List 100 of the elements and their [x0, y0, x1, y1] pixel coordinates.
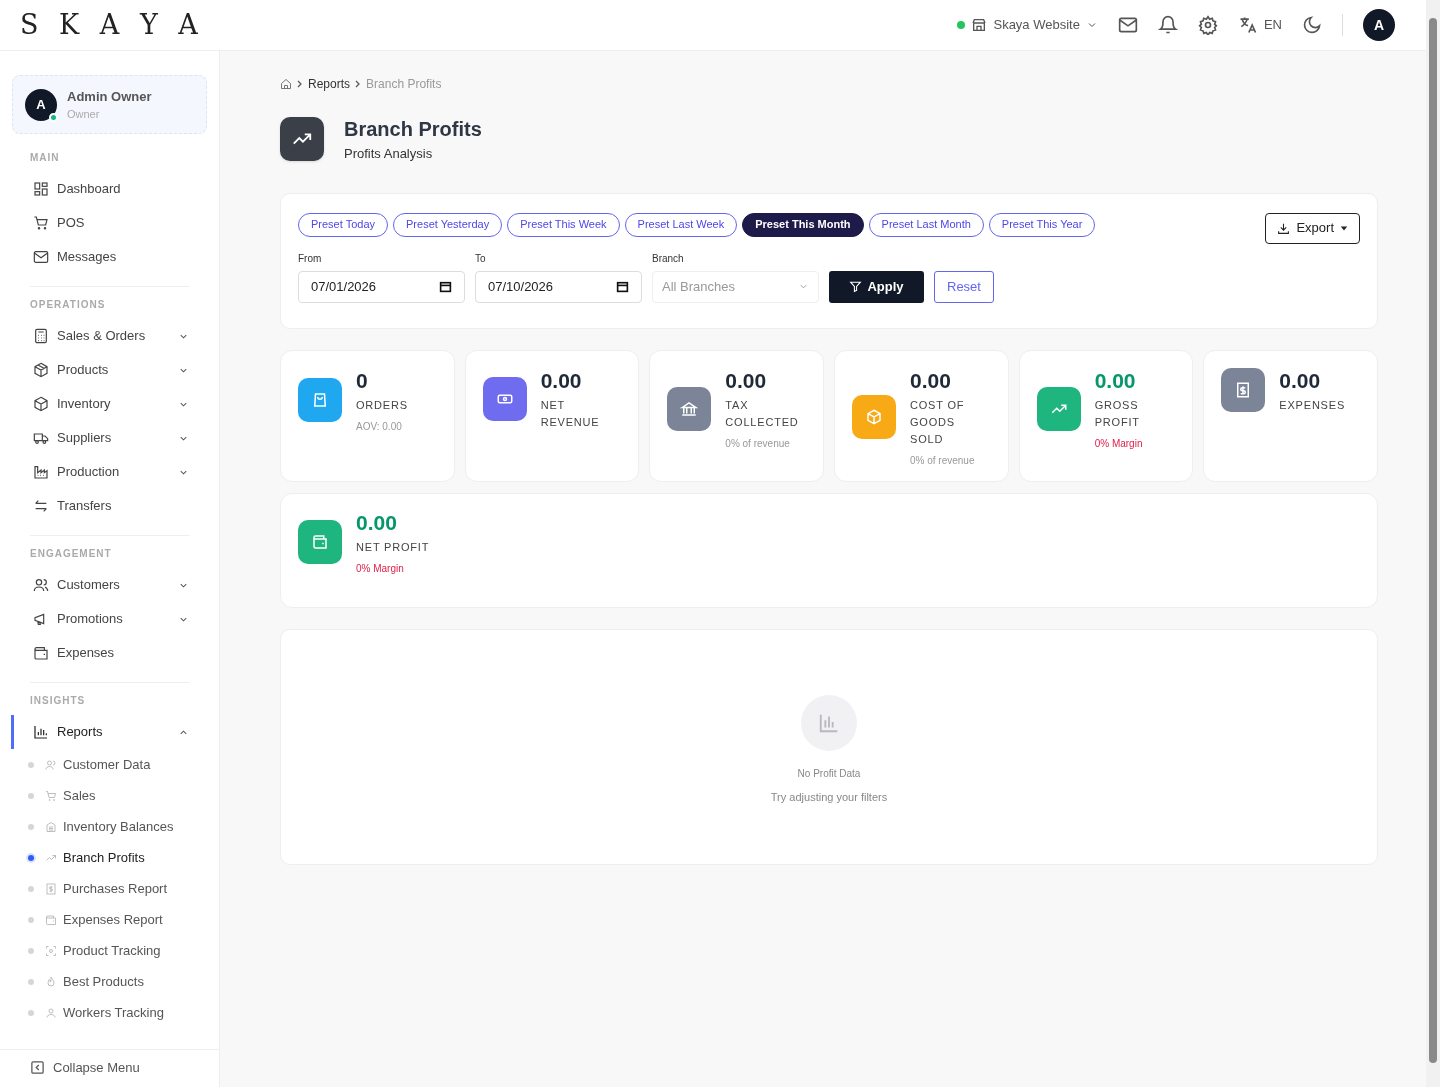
- apply-button[interactable]: Apply: [829, 270, 924, 303]
- stat-label: GROSS PROFIT: [1094, 397, 1141, 430]
- sidebar-item[interactable]: Inventory: [11, 387, 189, 421]
- stat-note: 0% Margin: [1094, 436, 1144, 451]
- reset-button[interactable]: Reset: [934, 270, 994, 303]
- sidebar-item[interactable]: Production: [11, 455, 189, 489]
- calculator-icon: [33, 328, 49, 344]
- home-icon[interactable]: [280, 78, 292, 90]
- flame-icon: [45, 975, 57, 988]
- date-field[interactable]: 07/01/2026: [298, 270, 465, 303]
- stat-value: 0: [356, 367, 369, 394]
- section-heading: OPERATIONS: [30, 298, 107, 312]
- bell-icon[interactable]: [1157, 15, 1178, 35]
- sidebar-item[interactable]: Expenses: [11, 636, 189, 670]
- submenu-item[interactable]: Expenses Report: [28, 904, 189, 935]
- submenu-item[interactable]: Workers Tracking: [28, 997, 189, 1028]
- stat-value: 0.00: [356, 509, 398, 536]
- stat-label: NET REVENUE: [540, 397, 601, 430]
- breadcrumb-link[interactable]: Reports: [308, 75, 351, 93]
- submenu-item[interactable]: Branch Profits: [28, 842, 189, 873]
- wallet-icon: [33, 645, 49, 661]
- sidebar-item[interactable]: Customers: [11, 568, 189, 602]
- stat-note: AOV: 0.00: [356, 419, 403, 434]
- date-field[interactable]: 07/10/2026: [475, 270, 642, 303]
- sidebar-item[interactable]: Sales & Orders: [11, 319, 189, 353]
- store-icon: [971, 17, 988, 33]
- preset-button[interactable]: Preset This Month: [742, 212, 864, 237]
- sidebar-item[interactable]: Dashboard: [11, 172, 189, 206]
- section-heading: MAIN: [30, 151, 61, 165]
- submenu-item[interactable]: Sales: [28, 780, 189, 811]
- breadcrumb-current: Branch Profits: [366, 76, 442, 93]
- empty-title: No Profit Data: [797, 766, 861, 781]
- user-avatar[interactable]: A: [1363, 9, 1395, 41]
- users-icon: [33, 577, 49, 593]
- mail-icon: [33, 249, 49, 265]
- logo[interactable]: S K A Y A: [20, 4, 204, 46]
- sidebar-item[interactable]: Suppliers: [11, 421, 189, 455]
- submenu-item[interactable]: Customer Data: [28, 749, 189, 780]
- truck-icon: [33, 430, 49, 446]
- scan-icon: [45, 944, 57, 957]
- sidebar-item[interactable]: Promotions: [11, 602, 189, 636]
- sidebar-item[interactable]: Reports: [11, 715, 189, 749]
- cart-icon: [33, 215, 49, 231]
- stat-value: 0.00: [540, 367, 583, 394]
- filter-icon: [849, 280, 863, 293]
- page-subtitle: Profits Analysis: [344, 145, 434, 163]
- stat-value: 0.00: [910, 367, 952, 394]
- preset-button[interactable]: Preset Today: [298, 212, 388, 237]
- user-card[interactable]: A Admin Owner Owner: [12, 75, 207, 134]
- caret-icon: [1340, 224, 1348, 232]
- box-icon: [33, 362, 49, 378]
- field-label: Branch: [652, 251, 685, 266]
- stat-value: 0.00: [1279, 367, 1322, 394]
- stat-label: ORDERS: [356, 397, 408, 413]
- user-role: Owner: [67, 107, 101, 122]
- calendar-icon: [439, 280, 452, 293]
- sidebar-item[interactable]: Products: [11, 353, 189, 387]
- sidebar-item[interactable]: POS: [11, 206, 189, 240]
- stat-value: 0.00: [725, 367, 768, 394]
- section-heading: INSIGHTS: [30, 694, 87, 708]
- stat-label: TAX COLLECTED: [725, 397, 800, 430]
- sidebar-item[interactable]: Transfers: [11, 489, 189, 523]
- separator-icon: [297, 80, 303, 88]
- sidebar-item[interactable]: Messages: [11, 240, 189, 274]
- download-icon: [1277, 221, 1291, 235]
- stat-value: 0.00: [1094, 367, 1137, 394]
- preset-button[interactable]: Preset This Year: [988, 212, 1096, 237]
- settings-icon[interactable]: [1197, 15, 1218, 35]
- language-button[interactable]: EN: [1237, 15, 1282, 35]
- field-label: To: [475, 251, 487, 266]
- collapse-icon: [30, 1060, 45, 1075]
- users-icon: [45, 758, 57, 771]
- preset-button[interactable]: Preset Last Week: [624, 212, 738, 237]
- scrollbar[interactable]: [1426, 0, 1440, 1087]
- stat-note: 0% of revenue: [725, 436, 791, 451]
- calendar-icon: [616, 280, 629, 293]
- store-selector[interactable]: Skaya Website: [957, 15, 1098, 35]
- stat-label: COST OF GOODS SOLD: [910, 397, 966, 447]
- moon-icon[interactable]: [1302, 15, 1322, 35]
- preset-button[interactable]: Preset Last Month: [868, 212, 984, 237]
- box-icon: [33, 396, 49, 412]
- stat-label: EXPENSES: [1279, 397, 1346, 413]
- empty-hint: Try adjusting your filters: [770, 789, 888, 805]
- mail-icon[interactable]: [1117, 15, 1138, 35]
- cart-icon: [45, 789, 57, 802]
- submenu-item[interactable]: Best Products: [28, 966, 189, 997]
- preset-button[interactable]: Preset This Week: [507, 212, 620, 237]
- section-heading: ENGAGEMENT: [30, 547, 113, 561]
- stat-label: NET PROFIT: [356, 539, 430, 555]
- stat-note: 0% Margin: [356, 561, 405, 576]
- arrows-icon: [33, 498, 49, 514]
- trend-icon: [280, 116, 324, 161]
- stat-note: 0% of revenue: [910, 453, 976, 468]
- submenu-item[interactable]: Purchases Report: [28, 873, 189, 904]
- preset-button[interactable]: Preset Yesterday: [393, 212, 503, 237]
- export-button[interactable]: Export: [1265, 212, 1360, 244]
- submenu-item[interactable]: Product Tracking: [28, 935, 189, 966]
- page-title: Branch Profits: [344, 117, 482, 142]
- submenu-item[interactable]: Inventory Balances: [28, 811, 189, 842]
- archive-icon: [45, 820, 57, 833]
